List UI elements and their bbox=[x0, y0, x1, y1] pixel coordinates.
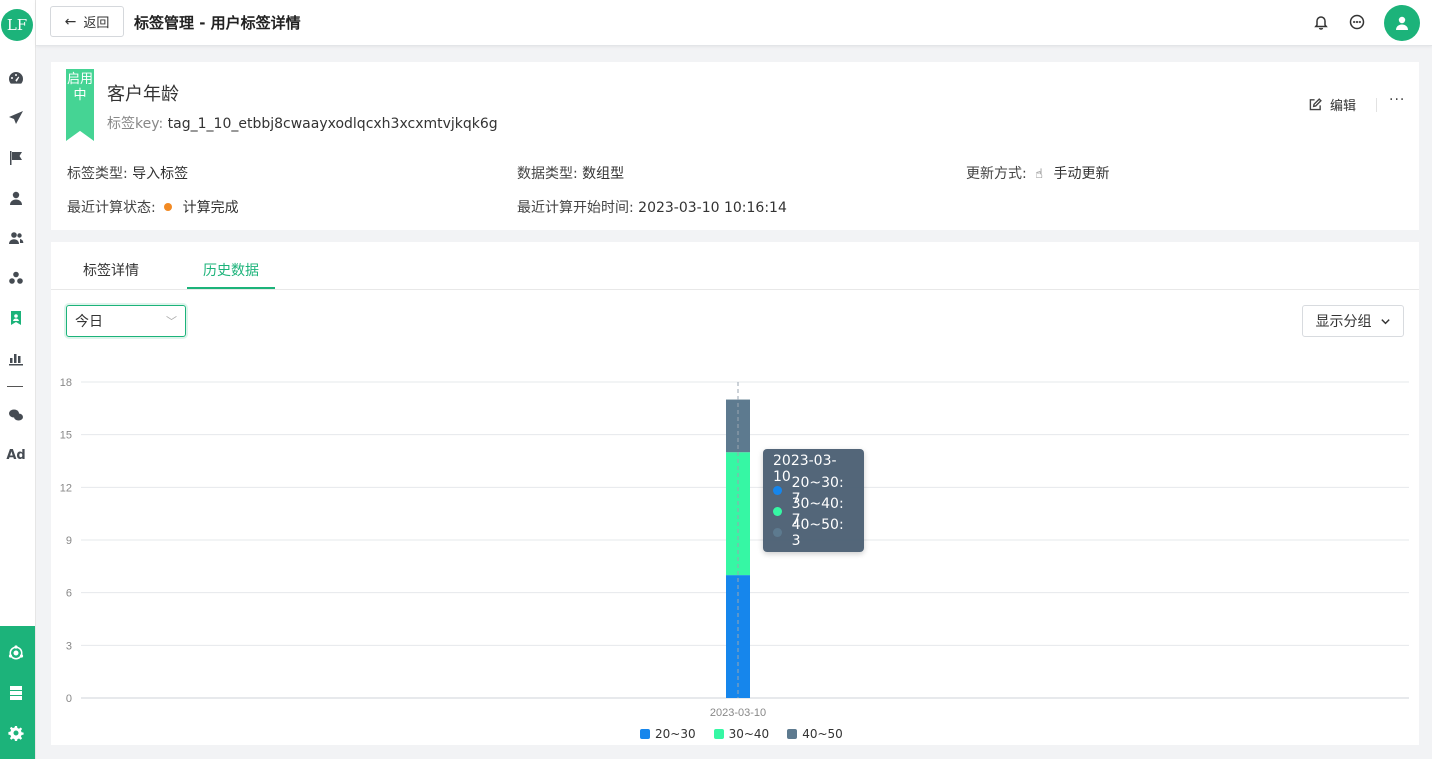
edit-button[interactable]: 编辑 bbox=[1309, 95, 1356, 114]
user-avatar-icon bbox=[1396, 16, 1408, 30]
ad-icon[interactable]: Ad bbox=[0, 443, 32, 467]
status-badge: 启用中 bbox=[66, 69, 94, 141]
dashboard-icon[interactable] bbox=[0, 66, 32, 90]
calc-start-label: 最近计算开始时间: bbox=[517, 200, 634, 216]
edit-icon bbox=[1309, 98, 1322, 111]
series-swatch bbox=[773, 528, 782, 537]
tag-name: 客户年龄 bbox=[107, 84, 179, 105]
hand-pointer-icon: ☝ bbox=[1035, 167, 1044, 182]
legend-label: 20~30 bbox=[655, 727, 696, 741]
back-button[interactable]: ← 返回 bbox=[50, 6, 124, 37]
series-swatch bbox=[773, 507, 782, 516]
top-bar: ← 返回 标签管理 - 用户标签详情 bbox=[36, 0, 1432, 46]
tag-key-label: 标签key: bbox=[107, 116, 164, 132]
settings-icon[interactable] bbox=[0, 721, 32, 745]
calc-status-label: 最近计算状态: bbox=[67, 200, 156, 216]
data-type-label: 数据类型: bbox=[517, 166, 578, 182]
y-tick-label: 3 bbox=[66, 640, 72, 652]
data-type-field: 数据类型: 数组型 bbox=[517, 163, 624, 183]
tag-type-field: 标签类型: 导入标签 bbox=[67, 163, 188, 183]
tag-key-value: tag_1_10_etbbj8cwaayxodlqcxh3xcxmtvjkqk6… bbox=[167, 116, 498, 132]
chart-legend: 20~30 30~40 40~50 bbox=[640, 727, 843, 741]
back-button-label: 返回 bbox=[83, 16, 110, 31]
arrow-left-icon: ← bbox=[64, 13, 77, 30]
update-mode-label: 更新方式: bbox=[966, 166, 1027, 182]
sidebar: LF Ad bbox=[0, 0, 36, 759]
send-icon[interactable] bbox=[0, 106, 32, 130]
calc-status-field: 最近计算状态: 计算完成 bbox=[67, 197, 239, 217]
data-type-value: 数组型 bbox=[582, 166, 625, 182]
tag-type-value: 导入标签 bbox=[132, 166, 189, 182]
legend-swatch bbox=[713, 729, 724, 739]
y-tick-label: 9 bbox=[66, 535, 72, 547]
legend-label: 30~40 bbox=[728, 727, 770, 741]
flag-icon[interactable] bbox=[0, 146, 32, 170]
avatar[interactable] bbox=[1384, 5, 1420, 41]
legend-item[interactable]: 20~30 bbox=[640, 727, 696, 741]
legend-item[interactable]: 40~50 bbox=[787, 727, 843, 741]
calc-start-field: 最近计算开始时间: 2023-03-10 10:16:14 bbox=[517, 197, 787, 217]
legend-swatch bbox=[640, 729, 650, 739]
history-chart: 0 3 6 9 12 15 18 2023-03-10 bbox=[60, 377, 1409, 719]
tag-info-card: 启用中 客户年龄 标签key: tag_1_10_etbbj8cwaayxodl… bbox=[51, 62, 1419, 230]
tag-icon[interactable] bbox=[0, 306, 32, 330]
cluster-icon[interactable] bbox=[0, 266, 32, 290]
divider bbox=[1376, 98, 1377, 112]
tag-key: 标签key: tag_1_10_etbbj8cwaayxodlqcxh3xcxm… bbox=[107, 113, 498, 133]
sidebar-divider bbox=[7, 386, 23, 387]
user-icon[interactable] bbox=[0, 186, 32, 210]
history-card: 标签详情 历史数据 今日 ﹀ 显示分组 0 3 6 9 12 15 18 2023-03-10… bbox=[51, 242, 1419, 745]
tag-type-label: 标签类型: bbox=[67, 166, 128, 182]
chart-tooltip: 2023-03-10 20~30: 7 30~40: 7 40~50: 3 bbox=[763, 449, 864, 552]
y-tick-label: 12 bbox=[60, 482, 72, 494]
message-icon[interactable] bbox=[1347, 12, 1367, 32]
calc-start-value: 2023-03-10 10:16:14 bbox=[638, 200, 787, 216]
series-swatch bbox=[773, 486, 782, 495]
server-icon[interactable] bbox=[0, 681, 32, 705]
update-mode-field: 更新方式: ☝ 手动更新 bbox=[966, 163, 1110, 183]
app-logo[interactable]: LF bbox=[1, 9, 33, 41]
bar-segment bbox=[726, 452, 750, 576]
tooltip-row-text: 40~50: 3 bbox=[791, 516, 844, 549]
calc-status-value: 计算完成 bbox=[182, 200, 239, 216]
wechat-icon[interactable] bbox=[0, 403, 32, 427]
legend-label: 40~50 bbox=[802, 727, 843, 741]
users-icon[interactable] bbox=[0, 226, 32, 250]
bell-icon[interactable] bbox=[1311, 12, 1331, 32]
legend-swatch bbox=[787, 729, 798, 739]
ad-label: Ad bbox=[6, 447, 26, 463]
update-mode-value: 手动更新 bbox=[1053, 166, 1110, 182]
more-button[interactable]: ··· bbox=[1389, 92, 1405, 108]
y-tick-label: 15 bbox=[60, 430, 72, 442]
legend-item[interactable]: 30~40 bbox=[713, 727, 770, 741]
y-tick-label: 0 bbox=[66, 693, 72, 705]
edit-button-label: 编辑 bbox=[1330, 99, 1357, 114]
org-icon[interactable] bbox=[0, 641, 32, 665]
x-tick-label: 2023-03-10 bbox=[710, 707, 766, 719]
tooltip-row: 40~50: 3 bbox=[773, 517, 854, 549]
page-title: 标签管理 - 用户标签详情 bbox=[134, 14, 301, 32]
status-dot-icon bbox=[164, 203, 173, 211]
bar-chart-icon[interactable] bbox=[0, 346, 32, 370]
y-tick-label: 6 bbox=[66, 588, 72, 600]
y-tick-label: 18 bbox=[60, 377, 72, 389]
sidebar-bottom-panel bbox=[0, 626, 35, 759]
